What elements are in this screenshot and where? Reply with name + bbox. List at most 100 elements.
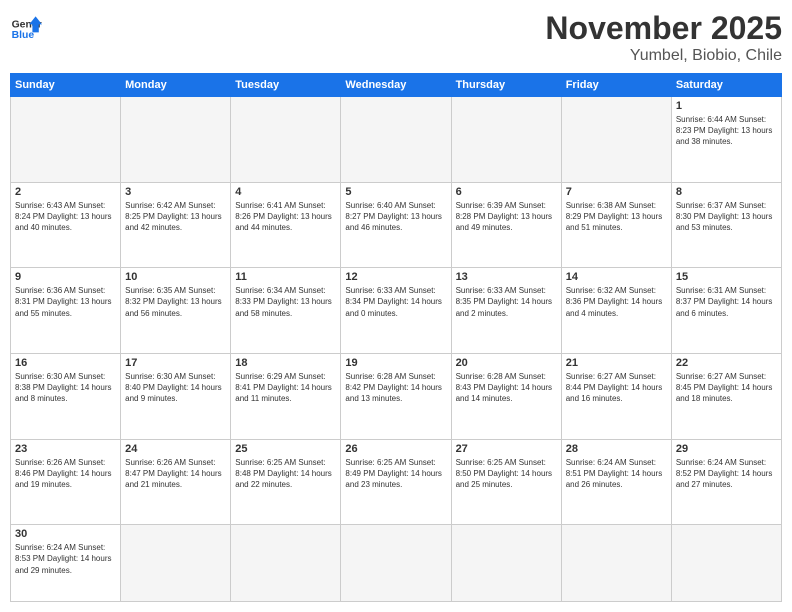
header-sunday: Sunday [11,74,121,97]
table-row: 15Sunrise: 6:31 AM Sunset: 8:37 PM Dayli… [671,268,781,354]
day-info: Sunrise: 6:30 AM Sunset: 8:38 PM Dayligh… [15,371,116,405]
header-tuesday: Tuesday [231,74,341,97]
table-row: 19 Sunrise: 6:28 AM Sunset: 8:42 PM Dayli… [341,353,451,439]
header-wednesday: Wednesday [341,74,451,97]
table-row: 3 Sunrise: 6:42 AM Sunset: 8:25 PM Daylig… [121,182,231,268]
table-row: 26 Sunrise: 6:25 AM Sunset: 8:49 PM Dayli… [341,439,451,525]
header-friday: Friday [561,74,671,97]
day-number: 27 [456,443,557,455]
day-number: 20 [456,357,557,369]
table-row: 13 Sunrise: 6:33 AM Sunset: 8:35 PM Dayli… [451,268,561,354]
day-number: 25 [235,443,336,455]
day-info: Sunrise: 6:25 AM Sunset: 8:50 PM Dayligh… [456,457,557,491]
day-number: 8 [676,186,777,198]
table-row [121,97,231,183]
day-number: 10 [125,271,226,283]
table-row [561,525,671,602]
day-info: Sunrise: 6:39 AM Sunset: 8:28 PM Dayligh… [456,200,557,234]
table-row: 14 Sunrise: 6:32 AM Sunset: 8:36 PM Dayli… [561,268,671,354]
day-info: Sunrise: 6:26 AM Sunset: 8:46 PM Dayligh… [15,457,116,491]
day-info: Sunrise: 6:37 AM Sunset: 8:30 PM Dayligh… [676,200,777,234]
day-number: 24 [125,443,226,455]
calendar: Sunday Monday Tuesday Wednesday Thursday… [10,73,782,602]
table-row: 17 Sunrise: 6:30 AM Sunset: 8:40 PM Dayli… [121,353,231,439]
day-number: 19 [345,357,446,369]
table-row: 5 Sunrise: 6:40 AM Sunset: 8:27 PM Daylig… [341,182,451,268]
table-row [231,525,341,602]
day-number: 2 [15,186,116,198]
day-info: Sunrise: 6:40 AM Sunset: 8:27 PM Dayligh… [345,200,446,234]
table-row: 28Sunrise: 6:24 AM Sunset: 8:51 PM Dayli… [561,439,671,525]
day-info: Sunrise: 6:27 AM Sunset: 8:45 PM Dayligh… [676,371,777,405]
table-row [451,525,561,602]
table-row: 11 Sunrise: 6:34 AM Sunset: 8:33 PM Dayli… [231,268,341,354]
table-row: 16 Sunrise: 6:30 AM Sunset: 8:38 PM Dayli… [11,353,121,439]
table-row: 24Sunrise: 6:26 AM Sunset: 8:47 PM Dayli… [121,439,231,525]
day-number: 1 [676,100,777,112]
day-info: Sunrise: 6:28 AM Sunset: 8:43 PM Dayligh… [456,371,557,405]
header: General Blue November 2025 Yumbel, Biobi… [10,10,782,65]
day-number: 3 [125,186,226,198]
day-info: Sunrise: 6:24 AM Sunset: 8:51 PM Dayligh… [566,457,667,491]
day-number: 5 [345,186,446,198]
day-info: Sunrise: 6:42 AM Sunset: 8:25 PM Dayligh… [125,200,226,234]
table-row [121,525,231,602]
day-info: Sunrise: 6:25 AM Sunset: 8:49 PM Dayligh… [345,457,446,491]
day-info: Sunrise: 6:27 AM Sunset: 8:44 PM Dayligh… [566,371,667,405]
table-row: 22 Sunrise: 6:27 AM Sunset: 8:45 PM Dayli… [671,353,781,439]
header-saturday: Saturday [671,74,781,97]
day-info: Sunrise: 6:33 AM Sunset: 8:34 PM Dayligh… [345,285,446,319]
day-info: Sunrise: 6:41 AM Sunset: 8:26 PM Dayligh… [235,200,336,234]
day-info: Sunrise: 6:43 AM Sunset: 8:24 PM Dayligh… [15,200,116,234]
table-row [11,97,121,183]
table-row: 6 Sunrise: 6:39 AM Sunset: 8:28 PM Daylig… [451,182,561,268]
svg-text:Blue: Blue [12,30,35,41]
table-row [671,525,781,602]
table-row: 27 Sunrise: 6:25 AM Sunset: 8:50 PM Dayli… [451,439,561,525]
table-row [341,525,451,602]
day-info: Sunrise: 6:38 AM Sunset: 8:29 PM Dayligh… [566,200,667,234]
day-number: 14 [566,271,667,283]
day-info: Sunrise: 6:44 AM Sunset: 8:23 PM Dayligh… [676,114,777,148]
day-number: 11 [235,271,336,283]
day-info: Sunrise: 6:30 AM Sunset: 8:40 PM Dayligh… [125,371,226,405]
title-section: November 2025 Yumbel, Biobio, Chile [545,10,782,65]
month-title: November 2025 [545,10,782,47]
table-row [231,97,341,183]
day-number: 16 [15,357,116,369]
day-number: 7 [566,186,667,198]
table-row: 8 Sunrise: 6:37 AM Sunset: 8:30 PM Daylig… [671,182,781,268]
day-number: 22 [676,357,777,369]
table-row: 18Sunrise: 6:29 AM Sunset: 8:41 PM Dayli… [231,353,341,439]
day-number: 23 [15,443,116,455]
logo-icon: General Blue [10,10,42,42]
header-thursday: Thursday [451,74,561,97]
day-number: 15 [676,271,777,283]
table-row [451,97,561,183]
table-row: 30Sunrise: 6:24 AM Sunset: 8:53 PM Dayli… [11,525,121,602]
table-row: 1 Sunrise: 6:44 AM Sunset: 8:23 PM Daylig… [671,97,781,183]
day-info: Sunrise: 6:28 AM Sunset: 8:42 PM Dayligh… [345,371,446,405]
table-row: 2 Sunrise: 6:43 AM Sunset: 8:24 PM Daylig… [11,182,121,268]
table-row [561,97,671,183]
table-row: 29Sunrise: 6:24 AM Sunset: 8:52 PM Dayli… [671,439,781,525]
table-row: 20 Sunrise: 6:28 AM Sunset: 8:43 PM Dayli… [451,353,561,439]
table-row: 21 Sunrise: 6:27 AM Sunset: 8:44 PM Dayli… [561,353,671,439]
day-number: 17 [125,357,226,369]
logo: General Blue [10,10,42,42]
table-row: 23 Sunrise: 6:26 AM Sunset: 8:46 PM Dayli… [11,439,121,525]
table-row: 25Sunrise: 6:25 AM Sunset: 8:48 PM Dayli… [231,439,341,525]
day-number: 29 [676,443,777,455]
day-info: Sunrise: 6:32 AM Sunset: 8:36 PM Dayligh… [566,285,667,319]
day-info: Sunrise: 6:34 AM Sunset: 8:33 PM Dayligh… [235,285,336,319]
day-info: Sunrise: 6:33 AM Sunset: 8:35 PM Dayligh… [456,285,557,319]
header-monday: Monday [121,74,231,97]
day-number: 21 [566,357,667,369]
day-number: 30 [15,528,116,540]
day-number: 26 [345,443,446,455]
day-number: 13 [456,271,557,283]
day-number: 6 [456,186,557,198]
day-info: Sunrise: 6:35 AM Sunset: 8:32 PM Dayligh… [125,285,226,319]
table-row: 4Sunrise: 6:41 AM Sunset: 8:26 PM Daylig… [231,182,341,268]
table-row [341,97,451,183]
